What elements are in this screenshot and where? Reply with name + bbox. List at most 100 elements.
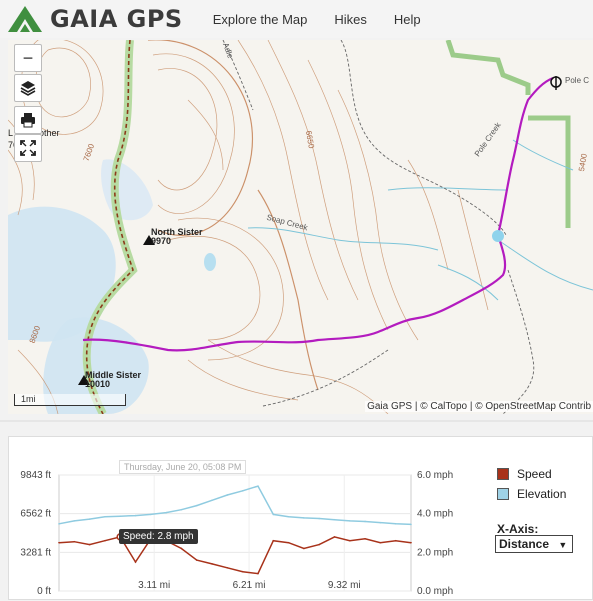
data-point-elevation <box>119 515 122 517</box>
data-point-speed <box>88 543 91 546</box>
data-point-elevation <box>257 485 259 487</box>
data-point-speed <box>241 570 244 573</box>
data-point-elevation <box>410 523 412 526</box>
data-point-speed <box>272 539 275 542</box>
x-axis-value: Distance <box>499 537 550 551</box>
zoom-out-button[interactable]: − <box>14 44 42 72</box>
data-point-speed <box>333 536 336 538</box>
speed-readout: Speed: 2.8 mph <box>123 531 194 542</box>
map-scale-bar: 1mi <box>14 394 126 406</box>
data-point-elevation <box>195 504 198 507</box>
profile-chart[interactable]: 9843 ft 6.0 mph 6562 ft 4.0 mph 3281 ft 2.0 m… <box>9 437 489 601</box>
peak-elevation: 10010 <box>85 379 111 389</box>
attribution-text: Gaia GPS | © CalTopo | © OpenStreetMap C… <box>367 401 591 412</box>
peak-label-middle-sister: Middle Sister 10010 <box>85 371 141 389</box>
data-point-speed <box>394 539 397 542</box>
tooltip-date: Thursday, June 20, 05:08 PM <box>124 462 242 472</box>
print-button[interactable] <box>14 106 42 134</box>
x-axis-select[interactable]: Distance ▼ <box>495 535 573 553</box>
data-point-speed <box>364 538 366 540</box>
x-tick-label: 6.21 mi <box>233 580 266 591</box>
legend-label: Speed <box>517 467 552 481</box>
data-point-elevation <box>134 514 137 517</box>
x-axis-title: X-Axis: <box>497 522 539 536</box>
layers-icon <box>20 81 36 96</box>
main-nav: Explore the Map Hikes Help <box>213 12 448 27</box>
fullscreen-icon <box>20 140 36 156</box>
data-point-speed <box>318 543 320 546</box>
data-point-speed <box>195 559 198 561</box>
y-left-tick-label: 3281 ft <box>20 547 51 558</box>
data-point-speed <box>379 541 382 544</box>
y-left-tick-label: 0 ft <box>37 586 51 597</box>
printer-icon <box>21 113 35 128</box>
data-point-speed <box>257 572 259 575</box>
data-point-speed <box>410 541 412 544</box>
y-left-tick-label: 9843 ft <box>20 470 51 481</box>
data-point-speed <box>134 561 137 563</box>
data-point-speed <box>226 567 229 569</box>
data-point-elevation <box>58 523 60 525</box>
data-point-elevation <box>88 518 91 520</box>
map-attribution[interactable]: Gaia GPS | © CalTopo | © OpenStreetMap C… <box>365 401 593 412</box>
y-right-tick-label: 6.0 mph <box>417 470 453 481</box>
data-point-elevation <box>394 523 397 525</box>
layers-button[interactable] <box>14 74 42 102</box>
gaia-logo[interactable]: GAIA GPS <box>6 4 183 34</box>
data-point-speed <box>58 541 60 544</box>
brand-name: GAIA GPS <box>50 5 183 33</box>
topo-map[interactable]: North Sister 9970 Middle Sister 10010 Po… <box>8 40 593 414</box>
data-point-elevation <box>241 490 244 492</box>
legend-swatch <box>497 488 509 500</box>
data-point-elevation <box>272 513 275 516</box>
data-point-elevation <box>165 511 167 514</box>
x-tick-label: 9.32 mi <box>328 580 361 591</box>
data-point-elevation <box>287 515 290 518</box>
legend-label: Elevation <box>517 487 567 501</box>
data-point-speed <box>287 541 290 544</box>
fullscreen-button[interactable] <box>14 134 42 162</box>
data-point-elevation <box>73 520 76 522</box>
data-point-elevation <box>348 520 351 522</box>
scale-label: 1mi <box>21 394 36 404</box>
peak-elevation: 9970 <box>151 236 172 246</box>
chart-legend: Speed Elevation <box>497 467 566 507</box>
data-point-elevation <box>104 515 106 518</box>
data-point-elevation <box>211 499 213 502</box>
data-point-elevation <box>333 518 336 521</box>
data-point-elevation <box>303 517 305 519</box>
nav-help[interactable]: Help <box>394 12 421 27</box>
nav-hikes[interactable]: Hikes <box>334 12 367 27</box>
y-right-tick-label: 4.0 mph <box>417 509 453 520</box>
legend-item-elevation[interactable]: Elevation <box>497 487 566 501</box>
legend-item-speed[interactable]: Speed <box>497 467 566 481</box>
edge-label: L <box>8 128 14 138</box>
hover-date-tooltip: Thursday, June 20, 05:08 PM <box>119 460 247 474</box>
data-point-speed <box>180 547 183 550</box>
y-right-tick-label: 2.0 mph <box>417 547 453 558</box>
trailhead-label: Pole C <box>565 76 590 85</box>
chevron-down-icon: ▼ <box>558 540 568 550</box>
data-point-speed <box>348 539 351 542</box>
x-tick-label: 3.11 mi <box>138 580 170 591</box>
data-point-elevation <box>318 517 320 520</box>
top-header: GAIA GPS Explore the Map Hikes Help <box>0 0 593 38</box>
y-right-tick-label: 0.0 mph <box>417 586 453 597</box>
data-point-elevation <box>180 508 183 511</box>
data-point-elevation <box>150 513 152 516</box>
data-point-elevation <box>226 494 229 496</box>
peak-label-north-sister: North Sister 9970 <box>151 228 203 246</box>
nav-explore-the-map[interactable]: Explore the Map <box>213 12 308 27</box>
zoom-out-label: − <box>22 48 34 68</box>
data-point-speed <box>104 539 106 542</box>
elevation-profile-panel: 9843 ft 6.0 mph 6562 ft 4.0 mph 3281 ft 2.0 m… <box>8 436 593 600</box>
speed-readout-tooltip: Speed: 2.8 mph <box>119 529 198 544</box>
section-divider <box>0 420 593 422</box>
y-left-tick-label: 6562 ft <box>20 509 51 520</box>
series-line-elevation <box>58 485 412 526</box>
data-point-elevation <box>364 520 366 523</box>
mountain-logo-icon <box>8 6 42 32</box>
data-point-speed <box>73 540 76 543</box>
data-point-speed <box>303 547 305 550</box>
series-line-speed <box>58 536 412 575</box>
